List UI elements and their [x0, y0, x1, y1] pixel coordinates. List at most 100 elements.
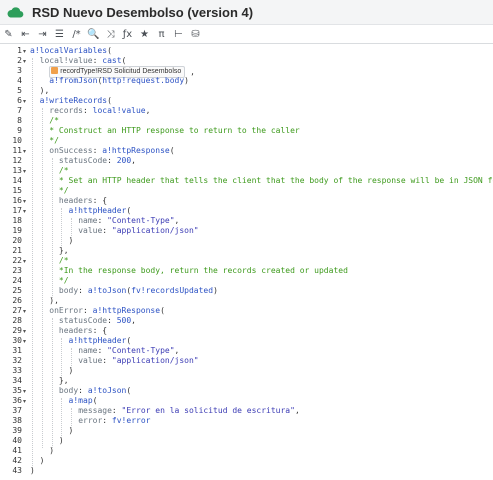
- code-line: ): [69, 366, 74, 375]
- code-token: :: [92, 145, 103, 155]
- code-token: http!request.body: [102, 75, 185, 85]
- code-token: ): [68, 425, 74, 435]
- code-token: ): [213, 285, 218, 295]
- code-token: ,: [174, 215, 180, 225]
- code-token: ,: [294, 405, 300, 415]
- code-token: :: [111, 405, 122, 415]
- pi-icon[interactable]: π: [155, 28, 168, 41]
- code-token: fv!recordsUpdated: [131, 285, 214, 295]
- list-icon[interactable]: ☰: [53, 28, 66, 41]
- fold-toggle-icon[interactable]: ▾: [23, 258, 26, 265]
- line-number: 23: [12, 265, 22, 275]
- magic-wand-icon[interactable]: ✎: [2, 28, 15, 41]
- line-number: 20: [12, 235, 22, 245]
- indent-guide: [32, 57, 34, 468]
- code-token: statusCode: [58, 155, 108, 165]
- code-token: body: [58, 285, 79, 295]
- fold-toggle-icon[interactable]: ▾: [23, 338, 26, 345]
- code-line: body: a!toJson(: [59, 386, 131, 395]
- fold-toggle-icon[interactable]: ▾: [23, 168, 26, 175]
- line-number: 37: [12, 405, 22, 415]
- line-number: 15: [12, 185, 22, 195]
- line-number: 27: [12, 305, 22, 315]
- code-token: :: [102, 225, 112, 235]
- code-line: ): [30, 466, 35, 475]
- comment-icon[interactable]: /*: [70, 28, 83, 41]
- code-line: value: "application/json": [78, 356, 198, 365]
- code-line: /*: [59, 166, 69, 175]
- star-icon[interactable]: ★: [138, 28, 151, 41]
- fold-toggle-icon[interactable]: ▾: [23, 388, 26, 395]
- code-line: message: "Error en la solicitud de escri…: [78, 406, 300, 415]
- code-token: ),: [39, 85, 50, 95]
- fold-toggle-icon[interactable]: ▾: [23, 328, 26, 335]
- line-number: 19: [12, 225, 22, 235]
- indent-guide: [51, 157, 53, 298]
- code-token: a!fromJson: [49, 75, 98, 85]
- indent-left-icon[interactable]: ⇤: [19, 28, 32, 41]
- code-token: * Construct an HTTP response to return t…: [49, 125, 300, 135]
- code-line: */: [49, 136, 59, 145]
- indent-guide: [51, 317, 53, 448]
- fold-toggle-icon[interactable]: ▾: [23, 398, 26, 405]
- code-token: :: [107, 315, 117, 325]
- code-token: (: [169, 145, 175, 155]
- code-token: records: [49, 105, 83, 115]
- code-token: :: [82, 305, 93, 315]
- code-token: */: [58, 185, 69, 195]
- line-number: 33: [12, 365, 22, 375]
- code-line: * Set an HTTP header that tells the clie…: [59, 176, 493, 185]
- code-token: :: [97, 215, 108, 225]
- code-token: ): [30, 465, 35, 475]
- title-bar: RSD Nuevo Desembolso (version 4): [0, 0, 493, 25]
- code-line: a!map(: [69, 396, 98, 405]
- code-token: a!httpResponse: [92, 305, 161, 315]
- code-line: ): [69, 426, 74, 435]
- fold-toggle-icon[interactable]: ▾: [23, 48, 26, 55]
- code-token: onError: [49, 305, 83, 315]
- expression-icon[interactable]: ⊢: [172, 28, 185, 41]
- code-token: * Set an HTTP header that tells the clie…: [58, 175, 493, 185]
- code-token: */: [49, 135, 59, 145]
- indent-right-icon[interactable]: ⇥: [36, 28, 49, 41]
- code-token: statusCode: [58, 315, 108, 325]
- code-token: (: [160, 305, 165, 315]
- code-token: :: [97, 345, 108, 355]
- line-number: 41: [12, 445, 22, 455]
- line-number: 29: [12, 325, 22, 335]
- cloud-icon: [6, 5, 24, 19]
- line-number: 14: [12, 175, 22, 185]
- fold-toggle-icon[interactable]: ▾: [23, 198, 26, 205]
- record-type-label: recordType!RSD Solicitud Desembolso: [60, 67, 182, 75]
- fold-toggle-icon[interactable]: ▾: [23, 58, 26, 65]
- code-line: local!value: cast(: [40, 56, 127, 65]
- code-line: a!fromJson(http!request.body): [49, 76, 189, 85]
- code-token: (: [126, 385, 132, 395]
- code-line: a!httpHeader(: [69, 206, 132, 215]
- code-token: "Content-Type": [107, 215, 175, 225]
- fold-toggle-icon[interactable]: ▾: [23, 208, 26, 215]
- line-number: 1: [17, 45, 22, 55]
- code-area[interactable]: a!localVariables ( local!value: cast( recor…: [30, 45, 493, 480]
- code-token: a!localVariables: [30, 45, 108, 55]
- fold-toggle-icon[interactable]: ▾: [23, 98, 26, 105]
- line-number: 2: [17, 55, 22, 65]
- shuffle-icon[interactable]: ⤨: [104, 28, 117, 41]
- code-token: local!value: [92, 105, 146, 115]
- code-token: "Error en la solicitud de escritura": [121, 405, 295, 415]
- code-line: name: "Content-Type",: [78, 346, 179, 355]
- code-editor[interactable]: 1 ▾ 2 ▾ 3 4 5 6 ▾ 7 8 9 10 11 ▾ 12 13 ▾ 14 15 16 ▾ 17 ▾ 18 19 20 21…: [0, 45, 493, 480]
- fold-toggle-icon[interactable]: ▾: [23, 148, 26, 155]
- code-token: : {: [92, 195, 108, 205]
- code-token: message: [78, 405, 112, 415]
- editor-toolbar: ✎ ⇤ ⇥ ☰ /* 🔍 ⤨ ƒx ★ π ⊢ ⛁: [0, 25, 493, 44]
- code-line: * Construct an HTTP response to return t…: [49, 126, 299, 135]
- function-icon[interactable]: ƒx: [121, 28, 134, 41]
- code-line: *In the response body, return the record…: [59, 266, 348, 275]
- code-line: ): [69, 236, 74, 245]
- search-icon[interactable]: 🔍: [87, 28, 100, 41]
- fold-toggle-icon[interactable]: ▾: [23, 308, 26, 315]
- code-token: /*: [58, 165, 69, 175]
- database-icon[interactable]: ⛁: [189, 28, 202, 41]
- line-number: 3: [17, 65, 22, 75]
